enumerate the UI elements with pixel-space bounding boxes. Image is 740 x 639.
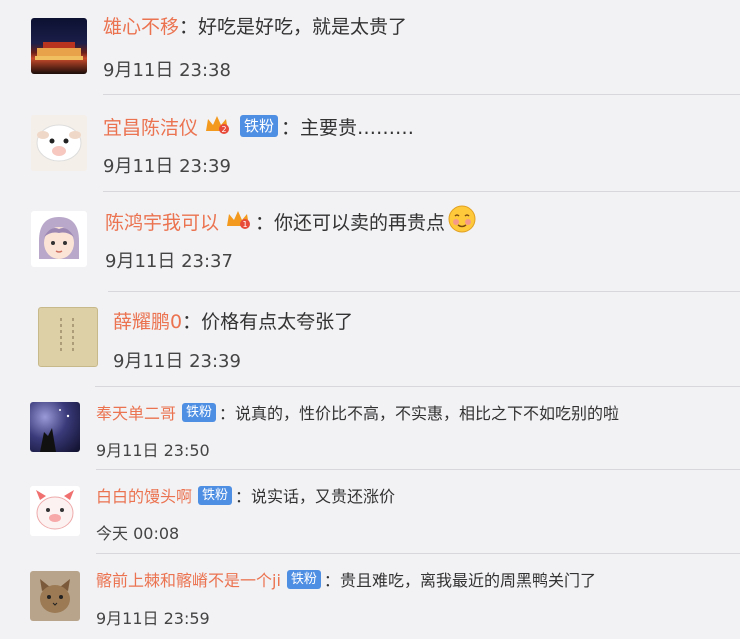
divider bbox=[95, 386, 740, 387]
divider bbox=[96, 553, 740, 554]
cat-icon bbox=[40, 579, 70, 613]
comment-time: 9月11日 23:39 bbox=[103, 156, 231, 177]
comment-time: 今天 00:08 bbox=[96, 524, 180, 543]
crown-badge-icon: 2 bbox=[204, 113, 230, 140]
comment-text: 贵且难吃，离我最近的周黑鸭关门了 bbox=[339, 571, 596, 590]
comment-text: 好吃是好吃，就是太贵了 bbox=[198, 15, 408, 38]
comment-time: 9月11日 23:59 bbox=[96, 609, 210, 628]
comment-time: 9月11日 23:37 bbox=[105, 251, 233, 272]
svg-text:1: 1 bbox=[243, 220, 248, 229]
commenter-name[interactable]: 雄心不移 bbox=[103, 12, 179, 39]
shy-face-emoji-icon bbox=[447, 204, 477, 239]
avatar[interactable] bbox=[30, 571, 80, 621]
tiefen-badge: 铁粉 bbox=[182, 402, 217, 422]
comment-text: 你还可以卖的再贵点 bbox=[274, 211, 446, 234]
avatar[interactable] bbox=[38, 307, 98, 367]
commenter-name[interactable]: 白白的馒头啊 bbox=[96, 483, 192, 507]
comment-time: 9月11日 23:39 bbox=[113, 351, 241, 372]
night-sky-icon bbox=[40, 409, 70, 452]
comment-time: 9月11日 23:50 bbox=[96, 441, 210, 460]
avatar[interactable] bbox=[31, 18, 87, 74]
commenter-name[interactable]: 髂前上棘和髂嵴不是一个ji bbox=[96, 567, 281, 591]
comment-time: 9月11日 23:38 bbox=[103, 60, 231, 81]
divider bbox=[103, 191, 740, 192]
avatar[interactable] bbox=[31, 211, 87, 267]
svg-text:2: 2 bbox=[222, 125, 227, 134]
pig-icon bbox=[36, 490, 74, 530]
divider bbox=[108, 291, 740, 292]
night-building-icon bbox=[35, 42, 83, 60]
tiefen-badge: 铁粉 bbox=[286, 569, 321, 589]
commenter-name[interactable]: 奉天单二哥 bbox=[96, 400, 176, 424]
avatar[interactable] bbox=[30, 402, 80, 452]
sheep-icon bbox=[36, 124, 82, 162]
commenter-name[interactable]: 薛耀鹏0 bbox=[113, 307, 182, 334]
avatar[interactable] bbox=[30, 486, 80, 536]
calligraphy-icon bbox=[60, 318, 74, 354]
divider bbox=[96, 469, 740, 470]
avatar[interactable] bbox=[31, 115, 87, 171]
comment-text: 说真的，性价比不高，不实惠，相比之下不如吃别的啦 bbox=[235, 404, 620, 423]
tiefen-badge: 铁粉 bbox=[198, 485, 233, 505]
comment-text: 主要贵……… bbox=[300, 116, 415, 139]
tiefen-badge: 铁粉 bbox=[240, 115, 279, 137]
divider bbox=[103, 94, 740, 95]
comment-text: 价格有点太夸张了 bbox=[201, 310, 354, 333]
commenter-name[interactable]: 宜昌陈洁仪 bbox=[103, 113, 198, 140]
crown-badge-icon: 1 bbox=[225, 208, 251, 235]
commenter-name[interactable]: 陈鸿宇我可以 bbox=[105, 208, 219, 235]
cartoon-girl-icon bbox=[39, 217, 79, 259]
comment-text: 说实话，又贵还涨价 bbox=[251, 487, 396, 506]
